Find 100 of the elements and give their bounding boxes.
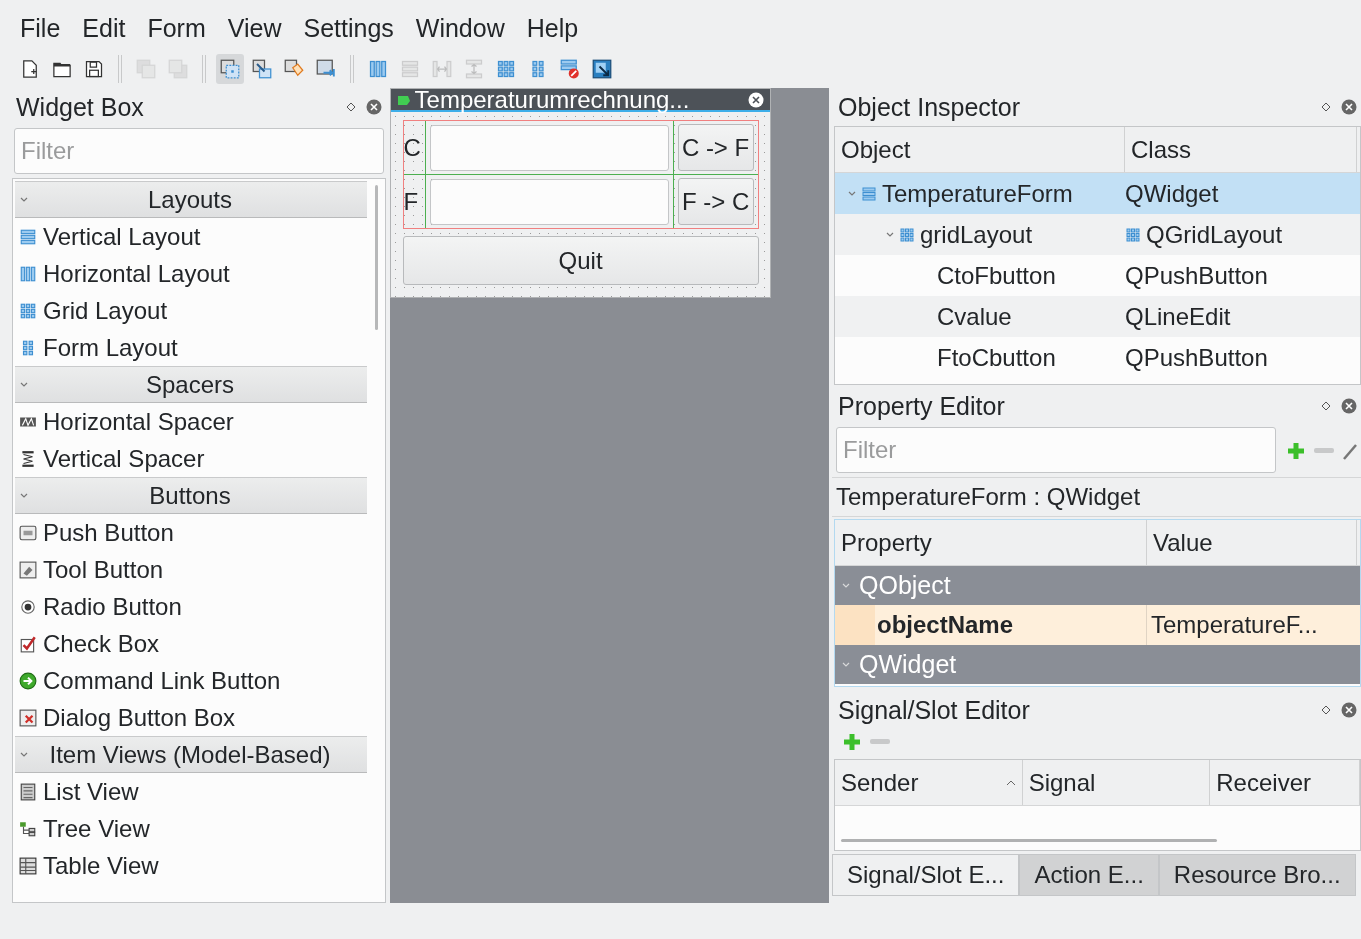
adjust-size-icon — [592, 59, 612, 79]
arrow-circle-icon — [19, 671, 37, 690]
column-header[interactable]: Signal — [1022, 760, 1211, 805]
widget-item[interactable]: Dialog Button Box — [15, 699, 371, 736]
check-icon — [19, 634, 37, 653]
widget-item[interactable]: Vertical Spacer — [15, 440, 371, 477]
category-label: Layouts — [146, 185, 234, 214]
menu-item[interactable]: Window — [405, 12, 515, 50]
table-icon — [19, 856, 37, 875]
window-arrow-icon — [252, 59, 272, 79]
add-icon[interactable] — [1286, 441, 1306, 461]
tree-row[interactable]: Cvalue QLineEdit — [835, 296, 1360, 337]
tab-order-icon — [316, 59, 336, 79]
rows-icon — [400, 59, 420, 79]
stacked-squares-icon — [168, 59, 188, 79]
new-document-icon — [20, 59, 40, 79]
object-name: CtoFbutton — [937, 261, 1056, 290]
tab[interactable]: Action E... — [1019, 854, 1159, 896]
convert-button[interactable]: C -> F — [677, 124, 754, 171]
close-icon[interactable] — [365, 99, 382, 115]
horizontal-splitter-icon — [432, 59, 452, 79]
object-name: TemperatureForm — [861, 179, 1073, 208]
tree-row[interactable]: TemperatureForm QWidget — [835, 173, 1360, 214]
category-header[interactable]: Item Views (Model-Based) — [15, 736, 367, 773]
tab[interactable]: Signal/Slot E... — [832, 854, 1020, 896]
widget-item[interactable]: Form Layout — [15, 329, 371, 366]
widget-item[interactable]: Check Box — [15, 625, 371, 662]
widget-item[interactable]: Horizontal Layout — [15, 255, 371, 292]
vertical-splitter-icon — [464, 59, 484, 79]
grid-icon — [899, 226, 915, 243]
widget-item[interactable]: Grid Layout — [15, 292, 371, 329]
filter-field[interactable]: Filter — [836, 427, 1276, 473]
grid-icon — [19, 301, 37, 320]
widget-select-icon — [220, 59, 240, 79]
close-icon[interactable] — [747, 91, 764, 108]
object-name: Cvalue — [937, 302, 1012, 331]
widget-item[interactable]: Tree View — [15, 810, 371, 847]
menu-item[interactable]: Settings — [293, 12, 404, 50]
column-header[interactable]: Object — [835, 127, 1125, 172]
field-label: C — [403, 132, 421, 163]
widget-item[interactable]: Push Button — [15, 514, 371, 551]
grid-icon — [1125, 226, 1141, 243]
break-layout-icon — [560, 59, 580, 79]
object-name: FtoCbutton — [937, 343, 1056, 372]
column-header[interactable]: Property — [835, 520, 1147, 565]
class-name: QPushButton — [1125, 343, 1268, 372]
window-title: Temperaturumrechnung... — [414, 88, 691, 111]
tool-button-icon — [19, 560, 37, 579]
convert-button[interactable]: F -> C — [677, 178, 754, 225]
widget-item[interactable]: List View — [15, 773, 371, 810]
save-icon — [84, 59, 104, 79]
widget-item[interactable]: Command Link Button — [15, 662, 371, 699]
scrollbar[interactable] — [374, 185, 378, 330]
scrollbar[interactable] — [841, 839, 1217, 842]
columns-icon — [19, 264, 37, 283]
quit-button[interactable]: Quit — [402, 236, 759, 285]
menu-item[interactable]: View — [217, 12, 292, 50]
tab[interactable]: Resource Bro... — [1158, 854, 1356, 896]
list-icon — [19, 782, 37, 801]
float-icon[interactable] — [1321, 102, 1331, 112]
columns-icon — [368, 59, 388, 79]
add-icon[interactable] — [842, 732, 862, 752]
menu-item[interactable]: Edit — [72, 12, 136, 50]
tree-row[interactable]: gridLayout QGridLayout — [835, 214, 1360, 255]
panel-title: Widget Box — [16, 92, 144, 122]
float-icon[interactable] — [1321, 705, 1331, 715]
menu-item[interactable]: Help — [516, 12, 589, 50]
column-header[interactable]: Receiver — [1210, 760, 1360, 805]
property-row[interactable]: objectName TemperatureF... — [835, 605, 1360, 645]
tree-row[interactable]: CtoFbutton QPushButton — [835, 255, 1360, 296]
tree-row[interactable]: FtoCbutton QPushButton — [835, 337, 1360, 378]
panel-title: Property Editor — [838, 391, 1005, 421]
widget-item[interactable]: Radio Button — [15, 588, 371, 625]
column-header[interactable]: Sender — [835, 760, 1023, 805]
category-header[interactable]: Spacers — [15, 366, 367, 403]
category-label: Buttons — [148, 481, 232, 510]
menu-item[interactable]: Form — [137, 12, 216, 50]
dialog-icon — [19, 708, 37, 727]
widget-item[interactable]: Vertical Layout — [15, 218, 371, 255]
input-field[interactable] — [429, 178, 669, 225]
widget-item[interactable]: Tool Button — [15, 551, 371, 588]
column-header[interactable]: Value — [1147, 520, 1357, 565]
column-header[interactable]: Class — [1125, 127, 1357, 172]
category-header[interactable]: Buttons — [15, 477, 367, 514]
category-header[interactable]: Layouts — [15, 181, 367, 218]
filter-field[interactable]: Filter — [14, 128, 384, 174]
widget-item[interactable]: Table View — [15, 847, 371, 884]
class-name: QGridLayout — [1125, 220, 1283, 249]
close-icon[interactable] — [1341, 398, 1357, 414]
input-field[interactable] — [429, 124, 669, 171]
float-icon[interactable] — [1321, 401, 1331, 411]
app-icon — [396, 93, 411, 106]
stacked-squares-icon — [136, 59, 156, 79]
float-icon[interactable] — [345, 102, 356, 112]
menu-item[interactable]: File — [10, 12, 71, 50]
ok-button-icon — [19, 523, 37, 542]
close-icon[interactable] — [1341, 99, 1357, 115]
widget-item[interactable]: Horizontal Spacer — [15, 403, 371, 440]
rows-icon — [19, 227, 37, 246]
close-icon[interactable] — [1341, 702, 1357, 718]
